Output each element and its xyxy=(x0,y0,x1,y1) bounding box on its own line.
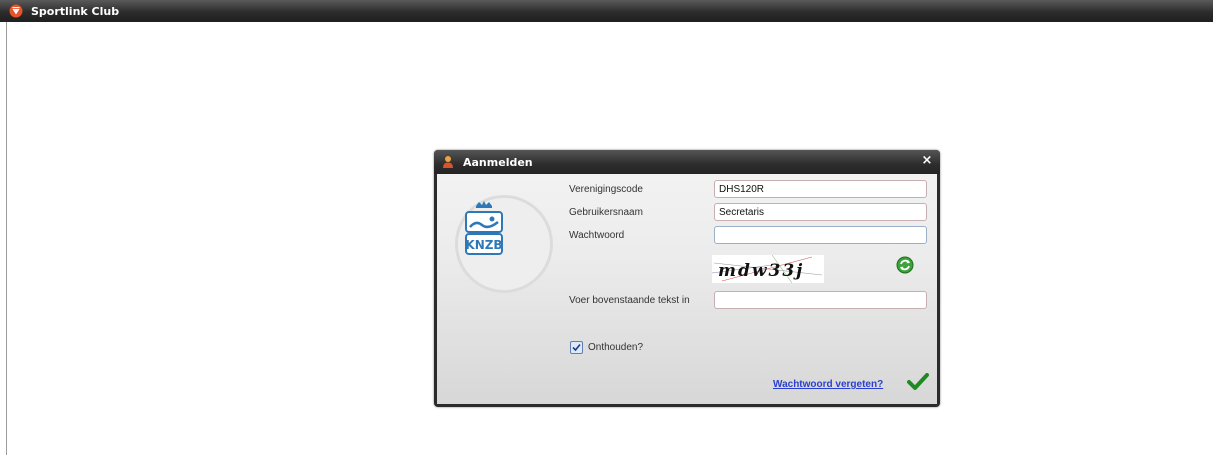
dialog-body: KNZB Verenigingscode Gebruikersnaam Wach… xyxy=(437,174,937,404)
club-code-label: Verenigingscode xyxy=(569,184,643,195)
dialog-titlebar[interactable]: Aanmelden × xyxy=(434,150,940,174)
sportlink-logo-icon xyxy=(9,4,23,18)
captcha-text: mdw33j xyxy=(718,261,804,281)
password-field[interactable] xyxy=(714,226,927,244)
app-frame-border xyxy=(6,22,7,455)
username-label: Gebruikersnaam xyxy=(569,207,643,218)
captcha-input[interactable] xyxy=(714,291,927,309)
dialog-title: Aanmelden xyxy=(463,155,533,169)
remember-label: Onthouden? xyxy=(588,342,644,353)
knzb-logo-icon: KNZB xyxy=(464,198,504,262)
app-titlebar: Sportlink Club xyxy=(0,0,1213,22)
svg-text:KNZB: KNZB xyxy=(465,238,502,252)
refresh-icon[interactable] xyxy=(895,255,915,279)
checkmark-icon[interactable] xyxy=(907,373,929,395)
captcha-label: Voer bovenstaande tekst in xyxy=(569,295,690,306)
username-field[interactable] xyxy=(714,203,927,221)
club-code-field[interactable] xyxy=(714,180,927,198)
password-label: Wachtwoord xyxy=(569,230,625,241)
remember-checkbox-row[interactable]: Onthouden? xyxy=(570,341,643,354)
captcha-image: mdw33j xyxy=(711,254,824,284)
remember-checkbox[interactable] xyxy=(570,341,583,354)
close-button[interactable]: × xyxy=(920,154,934,168)
login-dialog: Aanmelden × KNZB Verenigingscode Gebruik… xyxy=(434,150,940,407)
user-icon xyxy=(442,155,454,169)
forgot-password-link[interactable]: Wachtwoord vergeten? xyxy=(773,379,883,390)
app-title: Sportlink Club xyxy=(31,4,120,18)
